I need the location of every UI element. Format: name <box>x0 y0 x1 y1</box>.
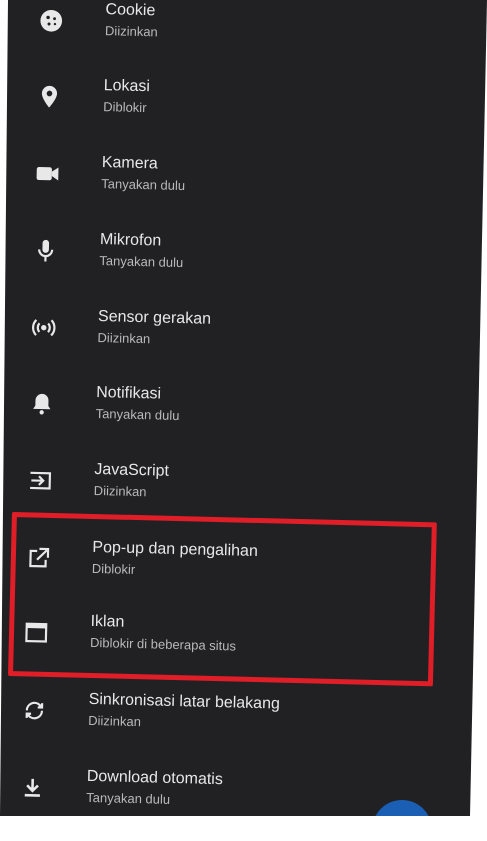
setting-status: Tanyakan dulu <box>101 176 186 194</box>
site-settings-list: Cookie Diizinkan Lokasi Diblokir Kamera … <box>0 0 460 816</box>
camera-icon <box>33 159 62 188</box>
setting-javascript[interactable]: JavaScript Diizinkan <box>7 450 448 521</box>
setting-title: Mikrofon <box>99 231 162 250</box>
javascript-icon <box>26 466 55 495</box>
setting-background-sync[interactable]: Sinkronisasi latar belakang Diizinkan <box>2 680 443 751</box>
setting-motion-sensor[interactable]: Sensor gerakan Diizinkan <box>11 297 452 368</box>
setting-microphone[interactable]: Mikrofon Tanyakan dulu <box>13 220 454 291</box>
setting-title: Notifikasi <box>95 383 162 403</box>
microphone-icon <box>31 236 60 265</box>
location-pin-icon <box>35 82 64 111</box>
setting-title: Lokasi <box>103 77 151 96</box>
setting-notifications[interactable]: Notifikasi Tanyakan dulu <box>9 373 450 444</box>
setting-status: Diblokir <box>102 99 147 116</box>
setting-status: Tanyakan dulu <box>95 405 180 424</box>
setting-cookie[interactable]: Cookie Diizinkan <box>19 0 460 61</box>
setting-status: Diizinkan <box>93 482 147 500</box>
setting-location[interactable]: Lokasi Diblokir <box>17 66 458 137</box>
setting-status: Tanyakan dulu <box>99 253 184 271</box>
download-icon <box>18 773 47 802</box>
setting-status: Diizinkan <box>97 330 151 347</box>
setting-status: Diizinkan <box>104 23 158 40</box>
setting-title: Cookie <box>105 1 156 20</box>
sync-icon <box>20 696 49 725</box>
bell-icon <box>28 389 57 418</box>
setting-status: Tanyakan dulu <box>86 789 171 807</box>
setting-title: JavaScript <box>94 460 170 480</box>
setting-status: Diizinkan <box>87 712 142 730</box>
setting-title: Sensor gerakan <box>97 308 212 328</box>
setting-title: Download otomatis <box>86 767 224 789</box>
cookie-icon <box>37 6 66 35</box>
setting-title: Sinkronisasi latar belakang <box>88 690 281 713</box>
setting-title: Kamera <box>101 154 159 173</box>
setting-automatic-downloads[interactable]: Download otomatis Tanyakan dulu <box>0 757 441 816</box>
motion-sensor-icon <box>29 313 58 342</box>
setting-camera[interactable]: Kamera Tanyakan dulu <box>15 143 456 214</box>
red-highlight-box <box>7 512 437 687</box>
phone-screen: Cookie Diizinkan Lokasi Diblokir Kamera … <box>0 0 487 816</box>
